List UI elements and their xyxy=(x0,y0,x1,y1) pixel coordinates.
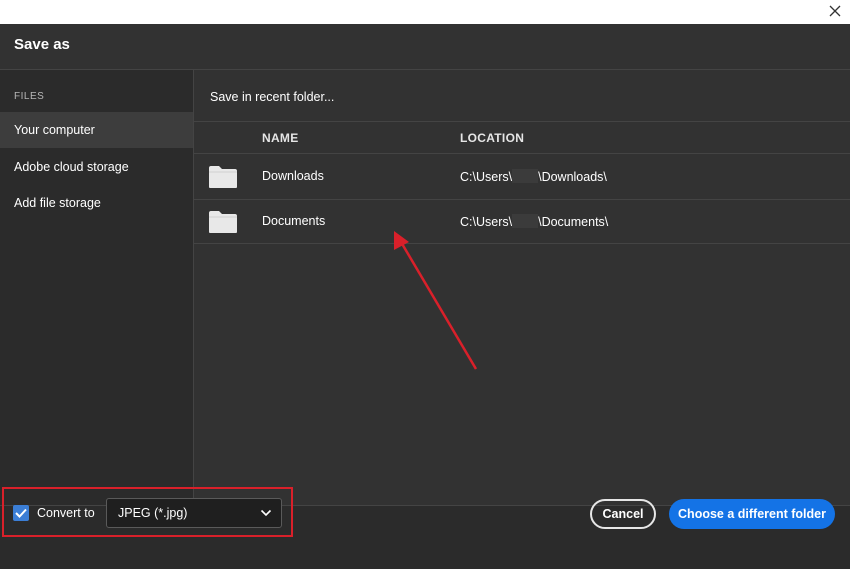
sidebar-item-label: Adobe cloud storage xyxy=(14,160,129,174)
table-row[interactable]: Downloads C:\Users\ \Downloads\ xyxy=(194,154,850,199)
header-divider xyxy=(194,121,850,122)
sidebar: FILES Your computer Adobe cloud storage … xyxy=(0,70,193,505)
column-header-location[interactable]: LOCATION xyxy=(460,131,524,145)
choose-different-folder-button[interactable]: Choose a different folder xyxy=(669,499,835,529)
sidebar-item-label: Add file storage xyxy=(14,196,101,210)
sidebar-item-add-file-storage[interactable]: Add file storage xyxy=(0,185,193,221)
window-top-bar xyxy=(0,0,850,24)
close-window-button[interactable] xyxy=(820,0,850,22)
dialog-title: Save as xyxy=(14,36,70,53)
row-location: C:\Users\ \Downloads\ xyxy=(460,169,607,184)
convert-to-label: Convert to xyxy=(37,506,95,520)
chevron-down-icon xyxy=(260,509,272,517)
sidebar-item-label: Your computer xyxy=(14,123,95,137)
files-section-label: FILES xyxy=(14,91,45,102)
convert-to-checkbox[interactable] xyxy=(13,505,29,521)
row-divider xyxy=(194,243,850,244)
sidebar-divider xyxy=(193,70,194,506)
row-name: Downloads xyxy=(262,169,324,183)
folder-icon xyxy=(209,166,237,188)
close-icon xyxy=(829,5,841,17)
format-selected-value: JPEG (*.jpg) xyxy=(118,506,188,520)
folder-icon xyxy=(209,211,237,233)
cancel-button[interactable]: Cancel xyxy=(590,499,656,529)
column-header-name[interactable]: NAME xyxy=(262,131,299,145)
recent-folder-heading: Save in recent folder... xyxy=(210,90,335,104)
format-dropdown[interactable]: JPEG (*.jpg) xyxy=(106,498,282,528)
row-name: Documents xyxy=(262,214,326,228)
checkmark-icon xyxy=(15,508,27,518)
row-location: C:\Users\ \Documents\ xyxy=(460,214,609,229)
redacted-username xyxy=(512,169,539,183)
redacted-username xyxy=(512,214,539,228)
sidebar-item-your-computer[interactable]: Your computer xyxy=(0,112,193,148)
sidebar-item-adobe-cloud-storage[interactable]: Adobe cloud storage xyxy=(0,149,193,185)
table-row[interactable]: Documents C:\Users\ \Documents\ xyxy=(194,199,850,244)
